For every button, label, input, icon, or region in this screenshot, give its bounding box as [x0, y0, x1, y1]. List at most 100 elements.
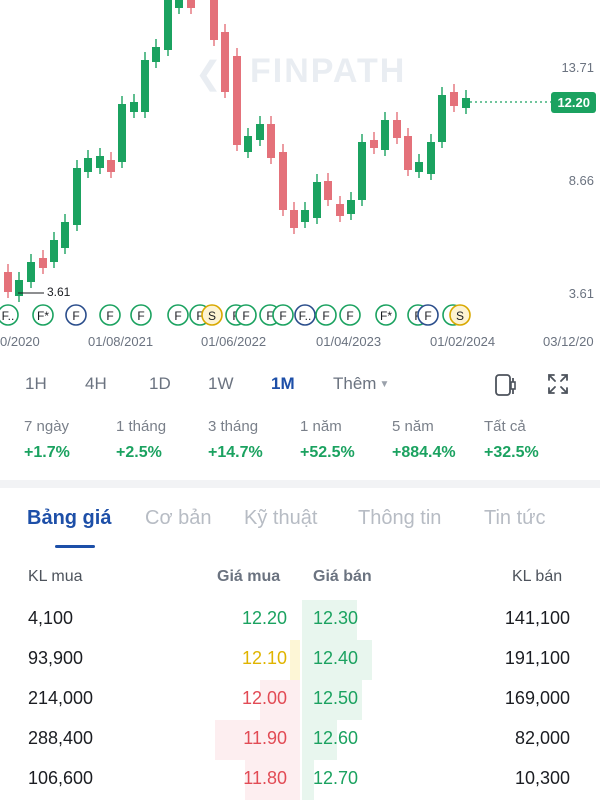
event-marker[interactable]: F.. — [294, 304, 316, 326]
candle-body — [381, 120, 389, 150]
candle-body — [393, 120, 401, 138]
event-marker[interactable]: F — [99, 304, 121, 326]
order-book-row[interactable]: 106,600 11.80 12.70 10,300 — [0, 760, 600, 800]
more-button[interactable]: Thêm ▼ — [333, 374, 389, 394]
bid-price: 12.00 — [241, 688, 287, 708]
performance-value: +14.7% — [208, 444, 263, 461]
event-marker-label: F — [174, 309, 181, 323]
order-book-row[interactable]: 214,000 12.00 12.50 169,000 — [0, 680, 600, 720]
candle-body — [324, 181, 332, 200]
x-tick: 01/04/2023 — [316, 334, 382, 349]
interval-1h[interactable]: 1H — [25, 374, 47, 394]
performance-1m: 1 tháng +2.5% — [116, 418, 206, 462]
performance-label: 1 tháng — [116, 418, 167, 435]
event-marker[interactable]: F — [339, 304, 361, 326]
event-marker[interactable]: F — [315, 304, 337, 326]
event-marker[interactable]: S — [201, 304, 223, 326]
performance-label: 7 ngày — [24, 418, 70, 435]
candlestick-chart[interactable]: F..F*FFFFFSFFFFF..FFF*FFFS — [0, 0, 600, 355]
order-book-row[interactable]: 288,400 11.90 12.60 82,000 — [0, 720, 600, 760]
event-marker[interactable]: F* — [32, 304, 54, 326]
event-marker[interactable]: F.. — [0, 304, 19, 326]
candle-body — [130, 102, 138, 112]
event-marker-label: F — [322, 309, 329, 323]
performance-label: Tất cả — [484, 418, 526, 435]
performance-label: 5 năm — [392, 418, 434, 435]
fullscreen-icon[interactable] — [546, 372, 570, 396]
candle-body — [358, 142, 366, 200]
event-marker-label: F — [346, 309, 353, 323]
order-book-row[interactable]: 93,900 12.10 12.40 191,100 — [0, 640, 600, 680]
order-book-row[interactable]: 4,100 12.20 12.30 141,100 — [0, 600, 600, 640]
performance-value: +52.5% — [300, 444, 355, 461]
bid-price: 11.90 — [243, 728, 287, 748]
x-tick: 0/2020 — [0, 334, 40, 349]
candle-body — [427, 142, 435, 174]
event-marker-label: F* — [37, 309, 49, 323]
candle-body — [73, 168, 81, 225]
candle-body — [462, 98, 470, 108]
interval-4h[interactable]: 4H — [85, 374, 107, 394]
interval-1d[interactable]: 1D — [149, 374, 171, 394]
candle-body — [50, 240, 58, 262]
candle-body — [279, 152, 287, 210]
candle-body — [96, 156, 104, 168]
event-marker[interactable]: F — [65, 304, 87, 326]
bid-price: 12.20 — [241, 608, 287, 628]
x-tick: 01/02/2024 — [430, 334, 496, 349]
x-tick: 01/06/2022 — [201, 334, 267, 349]
last-price-tag: 12.20 — [551, 92, 596, 113]
ask-price: 12.30 — [313, 608, 359, 628]
x-tick: 03/12/20 — [543, 334, 594, 349]
y-tick: 13.71 — [561, 60, 594, 75]
event-marker[interactable]: F — [272, 304, 294, 326]
ask-volume: 82,000 — [514, 728, 570, 748]
tab-news[interactable]: Tin tức — [484, 507, 546, 530]
event-marker-label: F — [106, 309, 113, 323]
tab-fundamentals[interactable]: Cơ bản — [145, 507, 211, 530]
performance-all: Tất cả +32.5% — [484, 418, 574, 462]
bid-price: 12.10 — [241, 648, 287, 668]
event-marker[interactable]: F — [417, 304, 439, 326]
performance-label: 1 năm — [300, 418, 342, 435]
bid-volume: 214,000 — [28, 688, 94, 708]
event-marker-label: F — [242, 309, 249, 323]
tab-bar: Bảng giá Cơ bản Kỹ thuật Thông tin Tin t… — [0, 507, 600, 549]
ask-volume: 169,000 — [504, 688, 570, 708]
section-divider — [0, 480, 600, 488]
event-marker-label: F.. — [2, 309, 15, 323]
event-marker[interactable]: F* — [375, 304, 397, 326]
tab-technical[interactable]: Kỹ thuật — [244, 507, 317, 530]
price-chart[interactable]: ❮ FINPATH F..F*FFFFFSFFFFF..FFF*FFFS 13.… — [0, 0, 600, 355]
performance-3m: 3 tháng +14.7% — [208, 418, 298, 462]
tab-price-board[interactable]: Bảng giá — [27, 507, 111, 530]
event-marker[interactable]: F — [167, 304, 189, 326]
event-marker[interactable]: F — [235, 304, 257, 326]
performance-7d: 7 ngày +1.7% — [24, 418, 114, 462]
event-marker-label: S — [456, 309, 464, 323]
ask-price: 12.40 — [313, 648, 359, 668]
performance-5y: 5 năm +884.4% — [392, 418, 482, 462]
candle-body — [233, 56, 241, 145]
candle-type-icon[interactable] — [493, 372, 519, 398]
event-marker[interactable]: S — [449, 304, 471, 326]
header-ask-volume: KL bán — [512, 568, 563, 585]
bid-volume: 106,600 — [28, 768, 94, 788]
candle-body — [27, 262, 35, 282]
performance-label: 3 tháng — [208, 418, 259, 435]
candle-body — [152, 47, 160, 62]
interval-1w[interactable]: 1W — [208, 374, 234, 394]
ask-volume: 141,100 — [504, 608, 570, 628]
y-tick: 8.66 — [568, 173, 594, 188]
performance-value: +2.5% — [116, 444, 162, 461]
candle-body — [175, 0, 183, 8]
x-tick: 01/08/2021 — [88, 334, 154, 349]
candle-body — [187, 0, 195, 8]
interval-1m[interactable]: 1M — [271, 374, 295, 394]
candle-body — [336, 204, 344, 216]
tab-info[interactable]: Thông tin — [358, 507, 441, 530]
event-marker[interactable]: F — [130, 304, 152, 326]
performance-1y: 1 năm +52.5% — [300, 418, 390, 462]
candle-body — [244, 136, 252, 152]
ask-price: 12.60 — [313, 728, 359, 748]
